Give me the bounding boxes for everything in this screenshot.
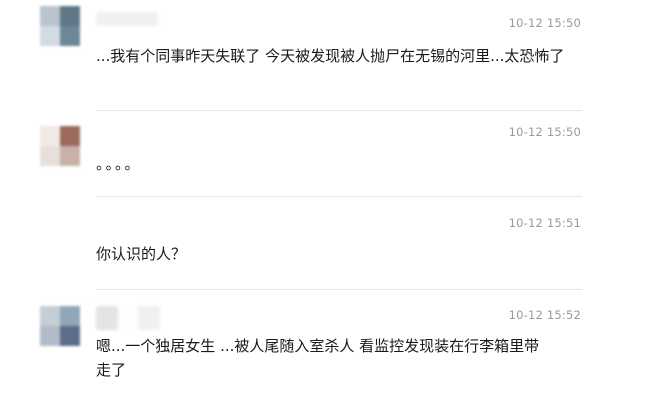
divider — [96, 110, 582, 111]
message-timestamp: 10-12 15:50 — [508, 16, 581, 30]
divider — [96, 196, 582, 197]
avatar-pixel — [60, 26, 80, 46]
avatar[interactable] — [40, 6, 80, 46]
message-timestamp: 10-12 15:50 — [508, 125, 581, 139]
message-text: 你认识的人？ — [96, 245, 187, 263]
message-text: 嗯...一个独居女生 ...被人尾随入室杀人 看监控发现装在行李箱里带走了 — [96, 337, 540, 379]
message-timestamp: 10-12 15:52 — [508, 308, 581, 322]
avatar-pixel — [60, 306, 80, 326]
message-timestamp: 10-12 15:51 — [508, 216, 581, 230]
avatar-pixel — [60, 326, 80, 346]
avatar[interactable] — [40, 126, 80, 166]
username-blurred[interactable] — [96, 306, 118, 330]
divider — [96, 289, 582, 290]
username-blurred[interactable] — [138, 306, 160, 330]
avatar-pixel — [40, 6, 60, 26]
avatar-pixel — [40, 126, 60, 146]
message-text: 。。。。 — [96, 155, 142, 173]
avatar-pixel — [40, 26, 60, 46]
chat-conversation: 10-12 15:50 ...我有个同事昨天失联了 今天被发现被人抛尸在无锡的河… — [0, 0, 650, 407]
avatar-pixel — [40, 146, 60, 166]
avatar-pixel — [60, 6, 80, 26]
avatar[interactable] — [40, 306, 80, 346]
avatar-pixel — [60, 126, 80, 146]
avatar-pixel — [40, 306, 60, 326]
message-text: ...我有个同事昨天失联了 今天被发现被人抛尸在无锡的河里...太恐怖了 — [96, 47, 565, 65]
username-blurred[interactable] — [96, 12, 158, 26]
avatar-pixel — [60, 146, 80, 166]
avatar-pixel — [40, 326, 60, 346]
